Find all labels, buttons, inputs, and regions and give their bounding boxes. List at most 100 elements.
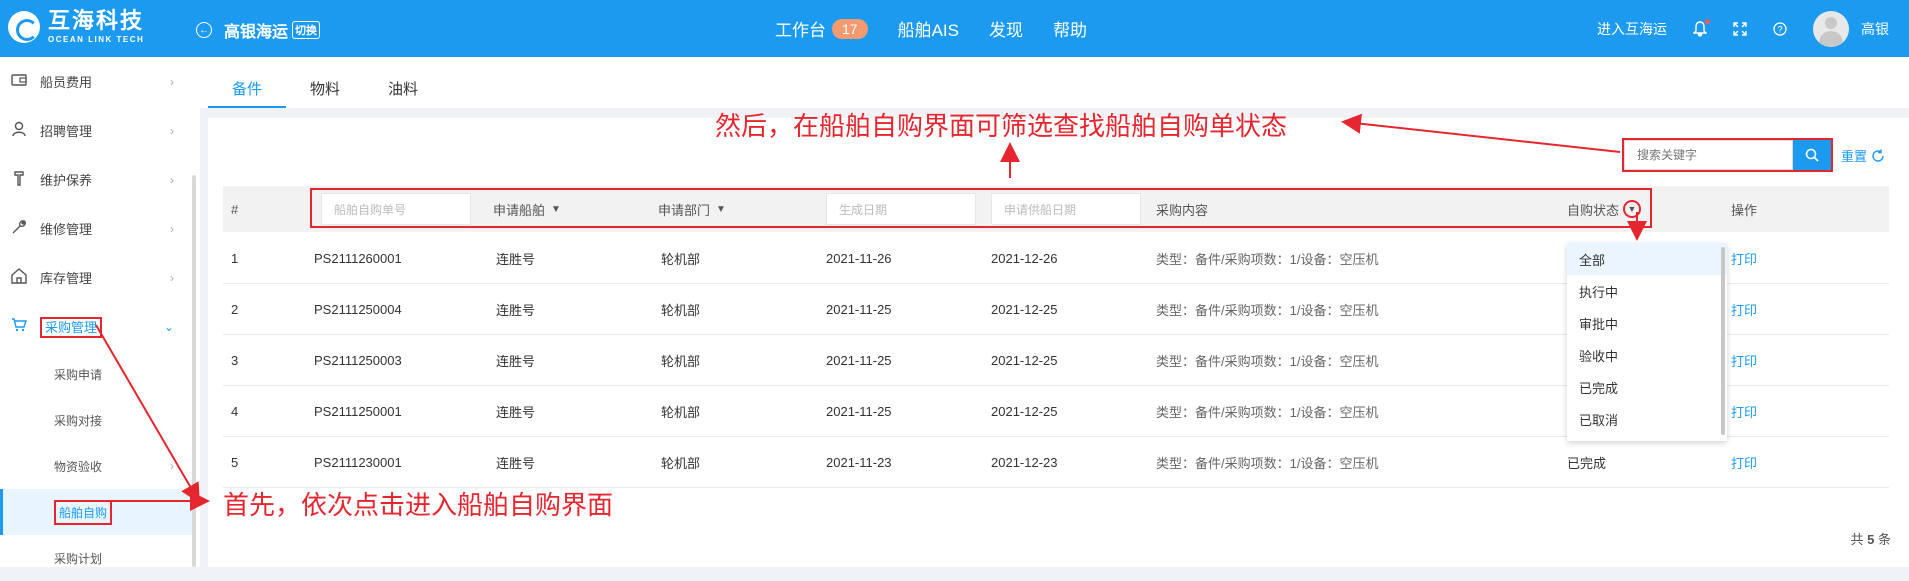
cell-index: 4 xyxy=(231,403,239,419)
sidebar-item-procurement[interactable]: 采购管理 ⌄ xyxy=(0,302,190,351)
wrench-icon xyxy=(8,170,30,189)
total-number: 5 xyxy=(1867,532,1875,547)
caret-down-icon[interactable]: ▼ xyxy=(1623,200,1642,218)
sidebar-subitem-purchase-request[interactable]: 采购申请 xyxy=(0,351,196,397)
supply-date-filter[interactable]: 申请供船日期 xyxy=(991,193,1141,225)
logo-tagline: OCEAN LINK TECH xyxy=(48,35,145,44)
warehouse-icon xyxy=(8,268,30,287)
tabs-bar-bg xyxy=(200,57,1909,108)
cell-content: 类型：备件/采购项数：1/设备：空压机 xyxy=(1156,353,1379,369)
cell-index: 5 xyxy=(231,454,239,470)
sidebar-item-repair[interactable]: 维修管理 › xyxy=(0,204,190,253)
status-option-approving[interactable]: 审批中 xyxy=(1567,307,1727,339)
cell-supply-date: 2021-12-25 xyxy=(991,403,1058,419)
sidebar-item-maintenance[interactable]: 维护保养 › xyxy=(0,155,190,204)
chevron-right-icon: › xyxy=(170,221,174,236)
tab-materials[interactable]: 物料 xyxy=(286,68,364,108)
user-menu[interactable]: 高银 xyxy=(1813,10,1889,47)
col-ship-filter[interactable]: 申请船舶 ▼ xyxy=(493,186,561,232)
nav-help[interactable]: 帮助 xyxy=(1053,16,1087,41)
nav-workbench[interactable]: 工作台 17 xyxy=(775,16,868,41)
status-option-accepting[interactable]: 验收中 xyxy=(1567,339,1727,371)
cell-order-no: PS2111250001 xyxy=(314,403,402,419)
sidebar-item-recruitment[interactable]: 招聘管理 › xyxy=(0,106,190,155)
reset-label: 重置 xyxy=(1841,149,1868,164)
search-button[interactable] xyxy=(1793,140,1831,170)
order-no-filter[interactable]: 船舶自购单号 xyxy=(321,193,471,225)
col-dept-filter[interactable]: 申请部门 ▼ xyxy=(658,186,726,232)
sidebar-item-label: 船员费用 xyxy=(40,75,93,90)
logo-name: 互海科技 xyxy=(48,8,145,33)
cell-order-no: PS2111250003 xyxy=(314,352,402,368)
col-content: 采购内容 xyxy=(1156,202,1209,218)
cell-ship: 连胜号 xyxy=(496,455,536,471)
cell-order-no: PS2111260001 xyxy=(314,250,402,266)
status-option-all[interactable]: 全部 xyxy=(1567,243,1727,275)
cell-dept: 轮机部 xyxy=(661,404,701,420)
nav-discover[interactable]: 发现 xyxy=(989,16,1023,41)
cell-index: 2 xyxy=(231,301,239,317)
company-switcher[interactable]: ← 高银海运 切换 xyxy=(196,18,321,42)
col-status-filter[interactable]: 自购状态 ▼ xyxy=(1567,186,1642,232)
refresh-icon xyxy=(1872,149,1884,162)
tab-oil[interactable]: 油料 xyxy=(364,68,442,108)
print-link[interactable]: 打印 xyxy=(1731,335,1757,385)
print-link[interactable]: 打印 xyxy=(1731,233,1757,283)
chevron-right-icon: › xyxy=(170,270,174,285)
back-arrow-icon[interactable]: ← xyxy=(196,22,212,38)
chevron-down-icon: ⌄ xyxy=(163,319,174,334)
print-link[interactable]: 打印 xyxy=(1731,386,1757,436)
status-option-cancelled[interactable]: 已取消 xyxy=(1567,403,1727,435)
enter-hhy-link[interactable]: 进入互海运 xyxy=(1597,19,1667,39)
fullscreen-icon[interactable] xyxy=(1733,21,1747,36)
search-icon xyxy=(1805,148,1819,162)
status-option-executing[interactable]: 执行中 xyxy=(1567,275,1727,307)
cell-ship: 连胜号 xyxy=(496,302,536,318)
reset-button[interactable]: 重置 xyxy=(1841,146,1885,165)
logo[interactable]: 互海科技 OCEAN LINK TECH xyxy=(8,10,144,44)
sidebar-subitem-acceptance[interactable]: 物资验收 › xyxy=(0,443,196,489)
caret-down-icon: ▼ xyxy=(551,203,561,215)
table-header: # 船舶自购单号 申请船舶 ▼ 申请部门 ▼ 生成日期 申请供船日期 采购内容 … xyxy=(223,186,1889,232)
sidebar-item-inventory[interactable]: 库存管理 › xyxy=(0,253,190,302)
sidebar-item-crew-expense[interactable]: 船员费用 › xyxy=(0,57,190,106)
sidebar-subitem-purchase-plan[interactable]: 采购计划 xyxy=(0,535,196,581)
sidebar-subitem-ship-self-purchase[interactable]: 船舶自购 xyxy=(0,489,196,535)
sidebar-item-label: 维护保养 xyxy=(40,173,93,188)
cell-supply-date: 2021-12-25 xyxy=(991,352,1058,368)
print-link[interactable]: 打印 xyxy=(1731,284,1757,334)
total-prefix: 共 xyxy=(1850,532,1864,547)
cell-content: 类型：备件/采购项数：1/设备：空压机 xyxy=(1156,251,1379,267)
dropdown-scrollbar[interactable] xyxy=(1721,247,1725,435)
cart-icon xyxy=(8,318,30,335)
sidebar-subitem-label: 物资验收 xyxy=(54,459,103,474)
nav-ship-ais[interactable]: 船舶AIS xyxy=(898,16,959,41)
help-icon[interactable]: ? xyxy=(1773,21,1787,36)
company-name: 高银海运 xyxy=(224,24,289,41)
print-link[interactable]: 打印 xyxy=(1731,437,1757,487)
search-box xyxy=(1622,138,1833,172)
col-index: # xyxy=(231,201,239,217)
sidebar-subitem-purchase-match[interactable]: 采购对接 xyxy=(0,397,196,443)
cell-dept: 轮机部 xyxy=(661,455,701,471)
tab-spare-parts[interactable]: 备件 xyxy=(208,68,286,108)
status-option-completed[interactable]: 已完成 xyxy=(1567,371,1727,403)
sidebar-scrollbar[interactable] xyxy=(192,175,196,567)
cell-dept: 轮机部 xyxy=(661,302,701,318)
cell-content: 类型：备件/采购项数：1/设备：空压机 xyxy=(1156,302,1379,318)
col-dept-label: 申请部门 xyxy=(658,202,711,218)
switch-button[interactable]: 切换 xyxy=(292,21,321,39)
table-row: 5 PS2111230001 连胜号 轮机部 2021-11-23 2021-1… xyxy=(223,437,1889,488)
bell-icon[interactable] xyxy=(1693,18,1710,37)
col-status-label: 自购状态 xyxy=(1567,202,1620,218)
total-count: 共 5 条 xyxy=(1850,529,1891,548)
cell-content: 类型：备件/采购项数：1/设备：空压机 xyxy=(1156,455,1379,471)
cell-supply-date: 2021-12-25 xyxy=(991,301,1058,317)
cell-ship: 连胜号 xyxy=(496,353,536,369)
gen-date-filter[interactable]: 生成日期 xyxy=(826,193,976,225)
search-input[interactable] xyxy=(1624,140,1794,170)
cell-dept: 轮机部 xyxy=(661,251,701,267)
tool-icon xyxy=(8,219,30,238)
top-bar: 互海科技 OCEAN LINK TECH ← 高银海运 切换 工作台 17 船舶… xyxy=(0,0,1909,57)
chevron-right-icon: › xyxy=(170,172,174,187)
